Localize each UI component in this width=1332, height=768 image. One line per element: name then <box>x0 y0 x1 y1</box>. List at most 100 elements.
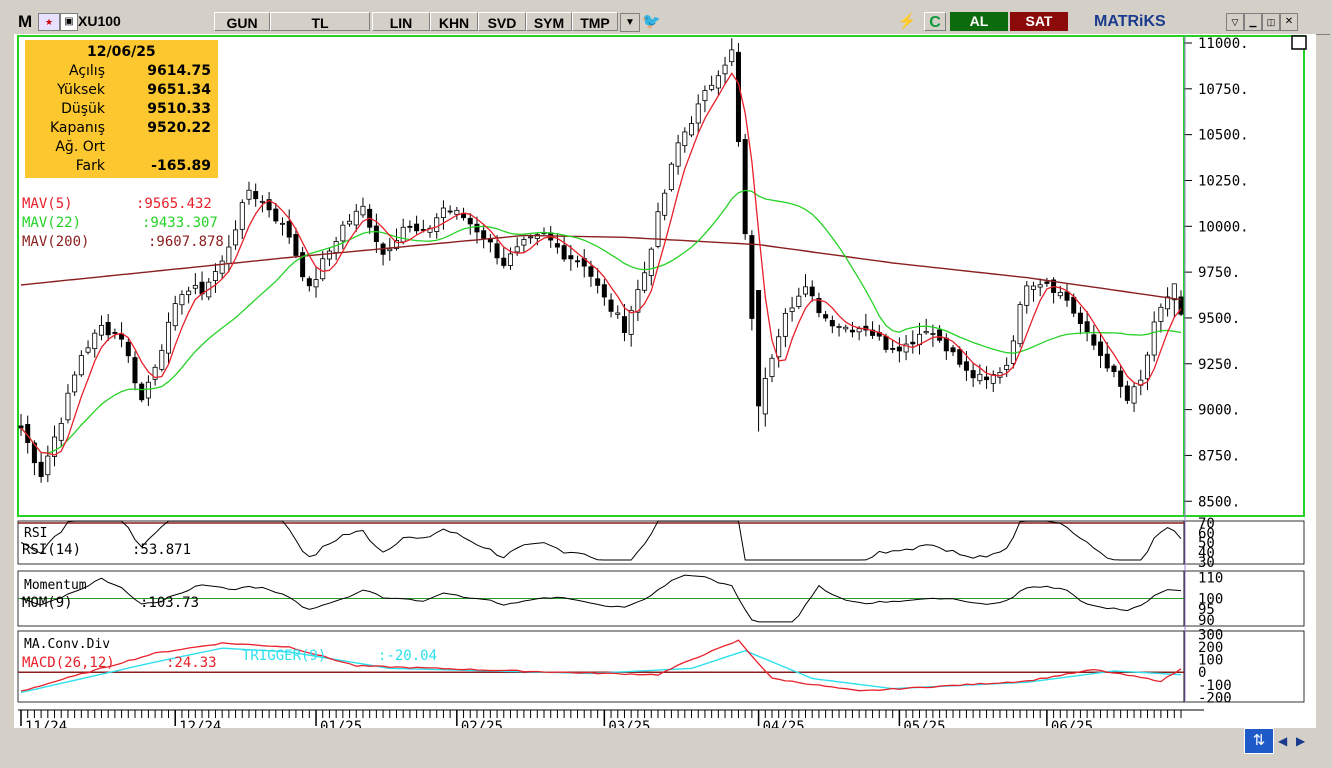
trigger-label: TRIGGER(9) <box>242 648 327 664</box>
info-value-low: 9510.33 <box>147 101 211 117</box>
candle-up <box>85 347 91 353</box>
candle-down <box>112 332 118 334</box>
info-label-close: Kapanış <box>49 120 105 136</box>
candle-up <box>668 163 674 190</box>
rsi-value: :53.871 <box>132 542 192 558</box>
candle-up <box>454 209 460 215</box>
rsi-label: RSI(14) <box>22 542 82 558</box>
candle-up <box>789 307 795 312</box>
candle-up <box>340 224 346 242</box>
candle-up <box>1010 340 1016 364</box>
candle-down <box>293 234 299 256</box>
rsi-tick-label: 30 <box>1198 555 1215 571</box>
info-value-diff: -165.89 <box>151 158 211 174</box>
linear-button[interactable]: LIN <box>372 12 430 31</box>
mom-value: :103.73 <box>140 595 200 611</box>
candle-down <box>414 223 420 232</box>
lightning-icon[interactable]: ⚡ <box>897 12 917 31</box>
candle-down <box>286 221 292 238</box>
candle-down <box>823 314 829 319</box>
twitter-icon[interactable]: 🐦 <box>642 12 664 31</box>
candle-down <box>890 348 896 350</box>
candle-down <box>447 210 453 213</box>
collapse-icon[interactable]: ▽ <box>1226 13 1244 31</box>
candle-up <box>507 253 513 266</box>
candle-up <box>1171 283 1177 301</box>
candle-up <box>930 333 936 335</box>
toolbar: M ★ ▣ XU100 GUN TL LIN KHN SVD SYM TMP ▼… <box>14 10 1330 35</box>
info-label-open: Açılış <box>69 63 105 79</box>
compare-icon[interactable]: ▣ <box>60 13 78 31</box>
bottom-controls: ⇅ ◀ ▶ <box>1244 728 1332 754</box>
candle-down <box>494 243 500 259</box>
mom-label: MOM(9) <box>22 595 73 611</box>
candle-down <box>561 245 567 260</box>
candle-up <box>923 331 929 334</box>
candle-up <box>803 286 809 295</box>
restore-icon[interactable]: ◫ <box>1262 13 1280 31</box>
candle-up <box>360 205 366 216</box>
minimize-icon[interactable]: ▁ <box>1244 13 1262 31</box>
dropdown-arrow-icon[interactable]: ▼ <box>620 13 640 32</box>
candle-up <box>246 189 252 200</box>
candle-up <box>186 290 192 296</box>
mom-title: Momentum <box>24 578 87 593</box>
candle-down <box>1077 312 1083 325</box>
candle-down <box>963 361 969 371</box>
brand-logo: MATRiKS <box>1094 13 1166 30</box>
candle-down <box>1064 291 1070 301</box>
candle-up <box>662 192 668 216</box>
c-button[interactable]: C <box>924 12 946 31</box>
info-date: 12/06/25 <box>87 44 156 60</box>
tmp-button[interactable]: TMP <box>572 12 618 31</box>
candle-down <box>273 208 279 222</box>
candle-down <box>38 461 44 477</box>
candle-down <box>139 383 145 401</box>
candle-up <box>709 84 715 90</box>
candle-up <box>78 355 84 376</box>
x-tick-label: 01/25 <box>320 719 362 728</box>
info-label-avg: Ağ. Ort <box>55 139 105 155</box>
sym-button[interactable]: SYM <box>526 12 572 31</box>
momentum-tick-label: 110 <box>1198 570 1223 586</box>
mav200-label: MAV(200) <box>22 234 90 250</box>
symbol-label[interactable]: XU100 <box>78 12 121 31</box>
candle-up <box>695 103 701 124</box>
favorite-icon[interactable]: ★ <box>38 13 60 31</box>
candle-up <box>58 423 64 441</box>
currency-button[interactable]: TL <box>270 12 370 31</box>
mav22-value: :9433.307 <box>142 215 218 231</box>
candle-down <box>105 321 111 336</box>
candle-down <box>568 255 574 260</box>
candle-up <box>347 220 353 225</box>
candle-up <box>434 217 440 232</box>
candle-up <box>1030 285 1036 290</box>
svd-button[interactable]: SVD <box>478 12 526 31</box>
candle-up <box>675 142 681 167</box>
app-logo: M <box>18 12 33 31</box>
price-tick-label: 10500. <box>1198 128 1249 144</box>
candle-down <box>1111 365 1117 373</box>
candle-up <box>145 381 151 399</box>
info-value-high: 9651.34 <box>147 82 211 98</box>
mav5-value: :9565.432 <box>136 196 212 212</box>
refresh-icon[interactable]: ⇅ <box>1244 728 1274 754</box>
candle-down <box>501 257 507 266</box>
x-tick-label: 11/24 <box>25 719 67 728</box>
price-tick-label: 11000. <box>1198 36 1249 52</box>
candle-up <box>159 349 165 370</box>
close-icon[interactable]: ✕ <box>1280 13 1298 31</box>
candle-down <box>742 139 748 235</box>
buy-button[interactable]: AL <box>950 12 1008 31</box>
sell-button[interactable]: SAT <box>1010 12 1068 31</box>
period-button[interactable]: GUN <box>214 12 270 31</box>
scroll-left-icon[interactable]: ◀ <box>1278 734 1294 748</box>
scroll-right-icon[interactable]: ▶ <box>1296 734 1312 748</box>
price-tick-label: 10250. <box>1198 173 1249 189</box>
mav5-label: MAV(5) <box>22 196 73 212</box>
ohlc-info-box: 12/06/25 Açılış 9614.75 Yüksek 9651.34 D… <box>25 40 218 178</box>
axis-toggle-icon <box>1291 35 1307 50</box>
candle-up <box>655 211 661 247</box>
khn-button[interactable]: KHN <box>430 12 478 31</box>
rsi-panel-frame <box>17 520 1185 565</box>
